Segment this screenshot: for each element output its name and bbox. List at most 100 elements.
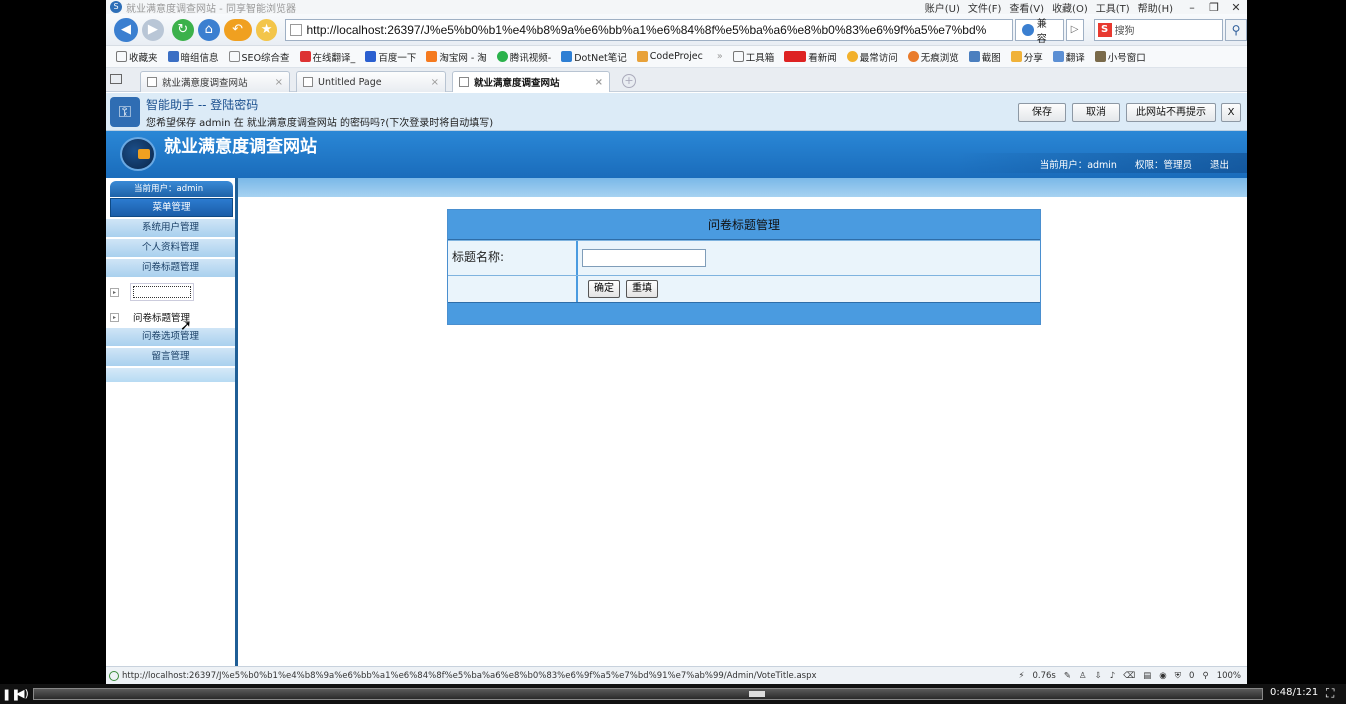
title-bar: S 就业满意度调查网站 - 同享智能浏览器 账户(U) 文件(F) 查看(V) … <box>106 0 1247 15</box>
cancel-password-button[interactable]: 取消 <box>1072 103 1120 122</box>
vote-title-form: 问卷标题管理 标题名称: 确定 重填 <box>447 209 1041 325</box>
fav-link[interactable]: DotNet笔记 <box>561 50 627 64</box>
favorite-star-icon[interactable]: ★ <box>255 18 278 41</box>
address-bar[interactable]: http://localhost:26397/J%e5%b0%b1%e4%b8%… <box>285 18 1013 41</box>
menu-account[interactable]: 账户(U) <box>925 0 960 15</box>
close-tab-icon[interactable]: × <box>431 77 439 88</box>
compat-mode-button[interactable]: 兼容 <box>1014 18 1064 45</box>
back-icon[interactable]: ◀ <box>114 17 138 42</box>
download-icon[interactable]: ⇩ <box>1095 671 1102 681</box>
sidebar-item-system-users[interactable]: 系统用户管理 <box>106 219 235 238</box>
save-password-button[interactable]: 保存 <box>1018 103 1066 122</box>
password-prompt-bar: ⚿ 智能助手 -- 登陆密码 您希望保存 admin 在 就业满意度调查网站 的… <box>106 93 1247 131</box>
small-window-button[interactable]: 小号窗口 <box>1094 50 1146 64</box>
title-name-label: 标题名称: <box>448 241 578 275</box>
fullscreen-icon[interactable]: ⛶ <box>1326 686 1334 701</box>
title-name-input[interactable] <box>582 249 706 267</box>
fav-link[interactable]: 淘宝网 - 淘 <box>426 50 487 64</box>
sidebar-item-vote-options[interactable]: 问卷选项管理 <box>106 328 235 347</box>
tree-node-focused[interactable]: ▸ <box>110 283 194 301</box>
focus-box <box>130 283 194 301</box>
zoom-icon[interactable]: ⚲ <box>1202 671 1208 681</box>
fav-link[interactable]: SEO综合查 <box>228 50 290 64</box>
toolbox-menu[interactable]: 工具箱 <box>732 50 774 64</box>
never-ask-button[interactable]: 此网站不再提示 <box>1126 103 1216 122</box>
screenshot-button[interactable]: 截图 <box>968 50 1001 64</box>
tree-expand-icon[interactable]: ▸ <box>110 312 119 322</box>
eye-icon[interactable]: ◉ <box>1159 671 1166 681</box>
fav-link[interactable]: 在线翻译_ <box>299 50 355 64</box>
translate-button[interactable]: 翻译 <box>1052 50 1085 64</box>
home-icon[interactable]: ⌂ <box>197 18 220 41</box>
news-button[interactable]: 看新闻 <box>784 50 837 64</box>
tab-label: 就业满意度调查网站 <box>162 78 248 89</box>
fav-label: DotNet笔记 <box>574 52 627 64</box>
address-text[interactable]: http://localhost:26397/J%e5%b0%b1%e4%b8%… <box>306 23 1011 37</box>
edit-icon[interactable]: ✎ <box>1064 671 1071 681</box>
menu-favorites[interactable]: 收藏(O) <box>1052 0 1088 15</box>
logout-link[interactable]: 退出 <box>1210 157 1229 171</box>
fav-link[interactable]: CodeProjec <box>636 51 703 62</box>
zoom-level[interactable]: 100% <box>1217 671 1241 681</box>
fav-label: 淘宝网 - 淘 <box>439 52 487 64</box>
reset-button[interactable]: 重填 <box>626 280 658 298</box>
playback-time: 0:48/1:21 <box>1270 687 1319 698</box>
menu-bar: 账户(U) 文件(F) 查看(V) 收藏(O) 工具(T) 帮助(H) <box>925 0 1173 15</box>
share-button[interactable]: 分享 <box>1010 50 1043 64</box>
close-tab-icon[interactable]: × <box>275 77 283 88</box>
go-icon[interactable]: ▷ <box>1065 18 1084 41</box>
minimize-icon[interactable]: – <box>1181 1 1203 14</box>
tree-expand-icon[interactable]: ▸ <box>110 287 119 297</box>
sogou-icon: S <box>1097 22 1112 37</box>
sidebar-item-messages[interactable]: 留言管理 <box>106 348 235 367</box>
fav-link[interactable]: 百度一下 <box>365 50 416 64</box>
most-visited-button[interactable]: 最常访问 <box>846 50 898 64</box>
close-window-icon[interactable]: ✕ <box>1225 1 1247 14</box>
search-icon[interactable]: ⚲ <box>1225 18 1247 41</box>
tool-label: 小号窗口 <box>1107 52 1146 64</box>
compat-label: 兼容 <box>1036 18 1047 45</box>
search-placeholder: 搜狗 <box>1114 26 1135 37</box>
close-prompt-button[interactable]: X <box>1221 103 1241 122</box>
seek-bar[interactable] <box>33 688 1263 700</box>
confirm-button[interactable]: 确定 <box>588 280 620 298</box>
menu-file[interactable]: 文件(F) <box>968 0 1002 15</box>
ie-icon <box>1021 23 1034 36</box>
forward-icon[interactable]: ▶ <box>141 18 164 41</box>
seek-thumb[interactable] <box>749 691 765 697</box>
tab-list-icon[interactable] <box>110 74 122 84</box>
fav-link[interactable]: 暗组信息 <box>167 50 219 64</box>
sidebar-user-header: 当前用户：admin <box>110 181 233 197</box>
tree-node-vote-title[interactable]: ▸ 问卷标题管理 <box>110 310 190 324</box>
fav-link[interactable]: 腾讯视频- <box>496 50 551 64</box>
new-tab-icon[interactable]: + <box>622 74 636 88</box>
menu-tools[interactable]: 工具(T) <box>1096 0 1130 15</box>
volume-icon[interactable]: ◀) <box>16 687 29 700</box>
form-footer <box>448 302 1040 324</box>
menu-management-header[interactable]: 菜单管理 <box>110 198 233 217</box>
shield-icon[interactable]: ⛨ <box>1175 671 1181 681</box>
buttons-cell: 确定 重填 <box>578 276 1040 302</box>
sound-icon[interactable]: ♪ <box>1110 671 1115 681</box>
tab-survey-1[interactable]: 就业满意度调查网站 × <box>140 71 290 92</box>
favorites-menu[interactable]: 收藏夹 <box>116 50 158 64</box>
undo-icon[interactable]: ↶ <box>223 18 252 41</box>
tab-untitled[interactable]: Untitled Page × <box>296 71 446 92</box>
restore-icon[interactable]: ❐ <box>1203 1 1225 14</box>
taobao-icon <box>426 51 438 62</box>
sidebar-item-profile[interactable]: 个人资料管理 <box>106 239 235 258</box>
close-tab-icon[interactable]: × <box>595 77 603 88</box>
trash-icon[interactable]: ⌫ <box>1123 671 1135 681</box>
tool-label: 截图 <box>981 52 1001 64</box>
incognito-button[interactable]: 无痕浏览 <box>907 50 959 64</box>
refresh-icon[interactable]: ↻ <box>171 18 194 41</box>
layout-icon[interactable]: ▤ <box>1143 671 1151 681</box>
overflow-chevron-icon[interactable]: » <box>717 51 723 62</box>
person-icon[interactable]: ♙ <box>1079 671 1087 681</box>
search-input[interactable]: S 搜狗 <box>1093 18 1224 41</box>
sidebar-item-vote-title[interactable]: 问卷标题管理 <box>106 259 235 278</box>
menu-help[interactable]: 帮助(H) <box>1138 0 1173 15</box>
menu-view[interactable]: 查看(V) <box>1009 0 1044 15</box>
tab-survey-active[interactable]: 就业满意度调查网站 × <box>452 71 610 92</box>
tab-label: Untitled Page <box>318 76 382 88</box>
